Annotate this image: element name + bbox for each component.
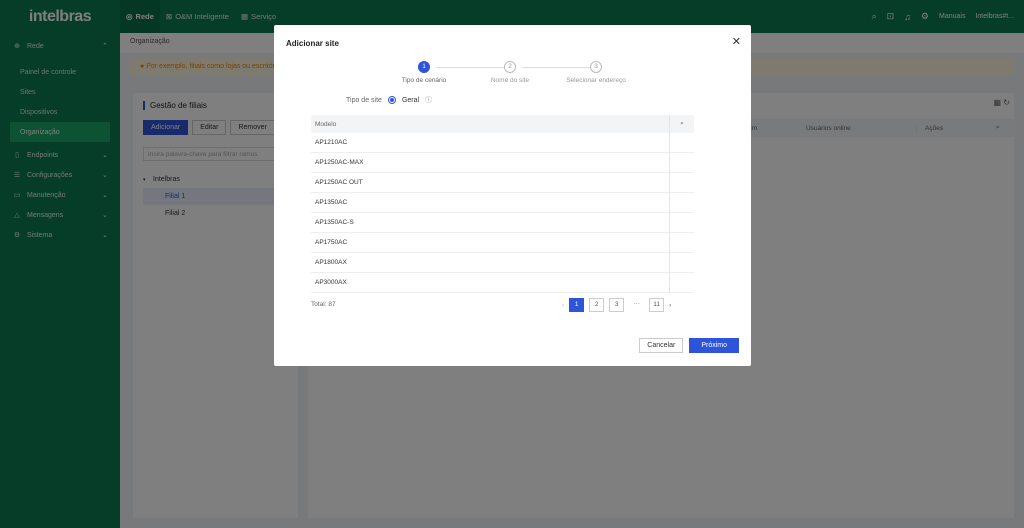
table-row[interactable]: AP1350AC-S (311, 212, 694, 233)
step-2: 2 Nome do site (490, 61, 530, 84)
page-button[interactable]: 2 (589, 298, 605, 312)
model-table: Modelo ⌕ AP1210AC AP1250AC-MAX AP1250AC … (311, 115, 694, 293)
dialog-actions: Cancelar Próximo (639, 338, 739, 353)
total-count: Total: 87 (311, 301, 336, 308)
close-icon[interactable]: ✕ (732, 35, 741, 48)
add-site-dialog: Adicionar site ✕ 1 Tipo de cenário 2 Nom… (274, 25, 751, 366)
column-model: Modelo (315, 120, 337, 128)
step-3: 3 Selecionar endereço (566, 61, 626, 84)
table-row[interactable]: AP1800AX (311, 252, 694, 273)
help-icon[interactable]: ⓘ (425, 95, 432, 105)
table-header: Modelo ⌕ (311, 115, 694, 133)
table-row[interactable]: AP3000AX (311, 272, 694, 293)
next-page-icon[interactable]: › (669, 302, 671, 309)
site-type-row: Tipo de site Geral ⓘ (346, 95, 432, 105)
page-button[interactable]: 3 (609, 298, 625, 312)
site-type-value: Geral (401, 96, 420, 104)
page-button[interactable]: 11 (649, 298, 665, 312)
radio-geral[interactable] (387, 96, 396, 104)
site-type-label: Tipo de site (346, 96, 382, 104)
table-row[interactable]: AP1210AC (311, 132, 694, 153)
search-icon[interactable]: ⌕ (669, 115, 694, 133)
table-row[interactable]: AP1350AC (311, 192, 694, 213)
prev-page-icon[interactable]: ‹ (562, 302, 564, 309)
cancel-button[interactable]: Cancelar (639, 338, 684, 353)
dialog-title: Adicionar site (286, 39, 339, 48)
page-ellipsis[interactable]: ··· (629, 298, 645, 312)
stepper: 1 Tipo de cenário 2 Nome do site 3 Selec… (384, 61, 654, 91)
table-row[interactable]: AP1750AC (311, 232, 694, 253)
pagination: ‹ 1 2 3 ··· 11 › (562, 298, 671, 312)
step-1: 1 Tipo de cenário (401, 61, 447, 84)
next-button[interactable]: Próximo (689, 338, 739, 353)
table-row[interactable]: AP1250AC-MAX (311, 152, 694, 173)
table-row[interactable]: AP1250AC OUT (311, 172, 694, 193)
page-button[interactable]: 1 (569, 298, 585, 312)
